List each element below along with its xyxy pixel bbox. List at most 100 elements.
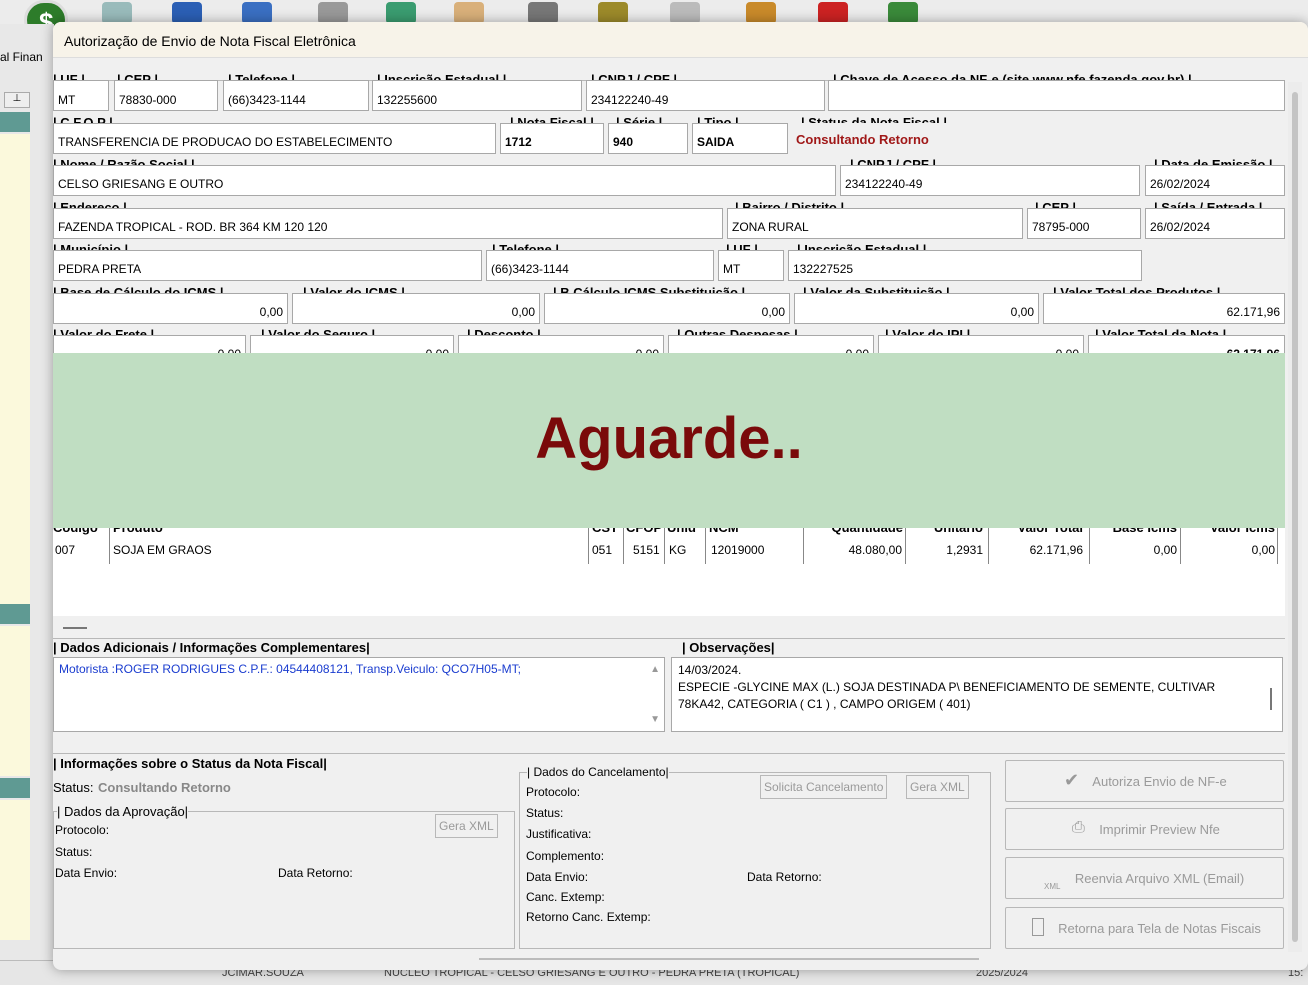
obs-line-1: 14/03/2024. — [678, 663, 742, 677]
obs-line-3: 78KA42, CATEGORIA ( C1 ) , CAMPO ORIGEM … — [678, 697, 971, 711]
aprov-data-envio: Data Envio: — [55, 866, 118, 880]
dialog-scrollbar[interactable] — [1288, 82, 1302, 952]
cell-produto: SOJA EM GRAOS — [113, 543, 212, 557]
chart-icon[interactable] — [818, 2, 848, 24]
municipio-field[interactable]: PEDRA PRETA — [53, 250, 482, 281]
cell-unid: KG — [669, 543, 687, 557]
background-toolbar: $ — [0, 0, 1308, 40]
canc-data-envio: Data Envio: — [526, 870, 589, 884]
scroll-down-icon[interactable]: ▼ — [650, 714, 660, 725]
background-panel-title — [0, 112, 30, 132]
cell-ncm: 12019000 — [711, 543, 765, 557]
divider — [53, 638, 1285, 639]
table-row[interactable]: 007 SOJA EM GRAOS 051 5151 KG 12019000 4… — [53, 542, 1277, 560]
background-left-panel: al Finan ⊥ — [0, 24, 54, 985]
background-panel-title-3 — [0, 778, 30, 798]
emissao-field[interactable]: 26/02/2024 — [1145, 165, 1285, 196]
tipo-field[interactable]: SAIDA — [692, 123, 788, 154]
harvest-icon[interactable] — [598, 2, 628, 24]
scroll-up-icon[interactable]: ▲ — [650, 664, 660, 675]
items-grid[interactable]: Código Produto CST CFOP Unid NCM Quantid… — [53, 520, 1285, 616]
report-icon[interactable] — [888, 2, 918, 24]
canc-extemp: Canc. Extemp: — [526, 890, 605, 904]
background-menu: al Finan — [0, 50, 43, 64]
wrench-icon[interactable] — [746, 2, 776, 24]
status-value: Consultando Retorno — [98, 780, 231, 795]
bc-icms-field[interactable]: 0,00 — [53, 293, 288, 324]
aprov-protocolo: Protocolo: — [55, 823, 110, 837]
textarea-scrollbar[interactable] — [1270, 688, 1272, 710]
retorna-label: Retorna para Tela de Notas Fiscais — [1058, 921, 1261, 936]
uf-field[interactable]: MT — [53, 80, 109, 111]
cfop-field[interactable]: TRANSFERENCIA DE PRODUCAO DO ESTABELECIM… — [53, 123, 496, 154]
dados-adicionais-textarea[interactable]: Motorista :ROGER RODRIGUES C.P.F.: 04544… — [53, 657, 665, 732]
endereco-field[interactable]: FAZENDA TROPICAL - ROD. BR 364 KM 120 12… — [53, 208, 723, 239]
dest-telefone-field[interactable]: (66)3423-1144 — [486, 250, 714, 281]
aprovacao-label: | Dados da Aprovação| — [57, 804, 189, 819]
background-panel-body-3 — [0, 800, 30, 940]
retorna-button[interactable]: Retorna para Tela de Notas Fiscais — [1005, 907, 1284, 949]
horizontal-scrollbar[interactable] — [479, 958, 979, 960]
aprov-gera-xml-button[interactable]: Gera XML — [435, 814, 498, 838]
calculator-icon[interactable] — [386, 2, 416, 24]
aprov-data-retorno: Data Retorno: — [278, 866, 353, 880]
cnpj-field[interactable]: 234122240-49 — [586, 80, 825, 111]
dados-adicionais-text: Motorista :ROGER RODRIGUES C.P.F.: 04544… — [59, 662, 521, 676]
cancelamento-label: | Dados do Cancelamento| — [527, 765, 669, 779]
cell-unitario: 1,2931 — [946, 543, 983, 557]
nota-number-field[interactable]: 1712 — [500, 123, 604, 154]
bag-icon[interactable] — [670, 2, 700, 24]
solicita-cancelamento-button[interactable]: Solicita Cancelamento — [760, 775, 888, 799]
person-icon[interactable] — [454, 2, 484, 24]
canc-gera-xml-button[interactable]: Gera XML — [906, 775, 969, 799]
wait-overlay: Aguarde.. — [53, 353, 1285, 528]
telefone-field[interactable]: (66)3423-1144 — [223, 80, 369, 111]
obs-line-2: ESPECIE -GLYCINE MAX (L.) SOJA DESTINADA… — [678, 680, 1216, 694]
cell-base-icms: 0,00 — [1153, 543, 1177, 557]
observacoes-textarea[interactable]: 14/03/2024. ESPECIE -GLYCINE MAX (L.) SO… — [671, 657, 1283, 732]
canc-justificativa: Justificativa: — [526, 827, 592, 841]
cell-cst: 051 — [592, 543, 613, 557]
tools-icon[interactable] — [528, 2, 558, 24]
canc-data-retorno: Data Retorno: — [747, 870, 822, 884]
divider — [53, 753, 1285, 754]
tractor-icon[interactable] — [318, 2, 348, 24]
st-field[interactable]: 0,00 — [794, 293, 1039, 324]
bairro-field[interactable]: ZONA RURAL — [727, 208, 1023, 239]
aprov-status: Status: — [55, 845, 93, 859]
dest-cep-field[interactable]: 78795-000 — [1027, 208, 1141, 239]
cell-valor-icms: 0,00 — [1251, 543, 1275, 557]
canc-status: Status: — [526, 806, 564, 820]
dest-ie-field[interactable]: 132227525 — [788, 250, 1142, 281]
dest-uf-field[interactable]: MT — [718, 250, 784, 281]
pen-icon[interactable] — [102, 2, 132, 24]
bc-st-field[interactable]: 0,00 — [544, 293, 790, 324]
status-section-label: | Informações sobre o Status da Nota Fis… — [53, 756, 329, 771]
canc-complemento: Complemento: — [526, 849, 605, 863]
splitter-handle[interactable] — [63, 627, 87, 629]
imprimir-preview-button[interactable]: ⎙ Imprimir Preview Nfe — [1005, 808, 1284, 850]
nome-field[interactable]: CELSO GRIESANG E OUTRO — [53, 165, 836, 196]
status-nf-value: Consultando Retorno — [792, 123, 1285, 154]
ie-field[interactable]: 132255600 — [372, 80, 582, 111]
chave-field[interactable] — [828, 80, 1285, 111]
produtos-field[interactable]: 62.171,96 — [1043, 293, 1285, 324]
background-panel-body-2 — [0, 626, 30, 776]
reenvia-xml-button[interactable]: XML Reenvia Arquivo XML (Email) — [1005, 857, 1284, 899]
users-icon[interactable] — [242, 2, 272, 24]
icms-field[interactable]: 0,00 — [292, 293, 540, 324]
dest-cnpj-field[interactable]: 234122240-49 — [840, 165, 1140, 196]
canc-protocolo: Protocolo: — [526, 785, 581, 799]
wait-message: Aguarde.. — [535, 406, 803, 471]
pin-icon[interactable]: ⊥ — [4, 92, 30, 108]
serie-field[interactable]: 940 — [608, 123, 688, 154]
box-icon[interactable] — [172, 2, 202, 24]
cep-field[interactable]: 78830-000 — [114, 80, 218, 111]
scrollbar-thumb[interactable] — [1292, 92, 1298, 942]
cell-cfop: 5151 — [633, 543, 660, 557]
background-panel-title-2 — [0, 604, 30, 624]
saida-field[interactable]: 26/02/2024 — [1145, 208, 1285, 239]
cell-valor-total: 62.171,96 — [1029, 543, 1083, 557]
dialog-titlebar[interactable]: Autorização de Envio de Nota Fiscal Elet… — [53, 22, 1308, 58]
autoriza-envio-button[interactable]: ✔ Autoriza Envio de NF-e — [1005, 760, 1284, 802]
